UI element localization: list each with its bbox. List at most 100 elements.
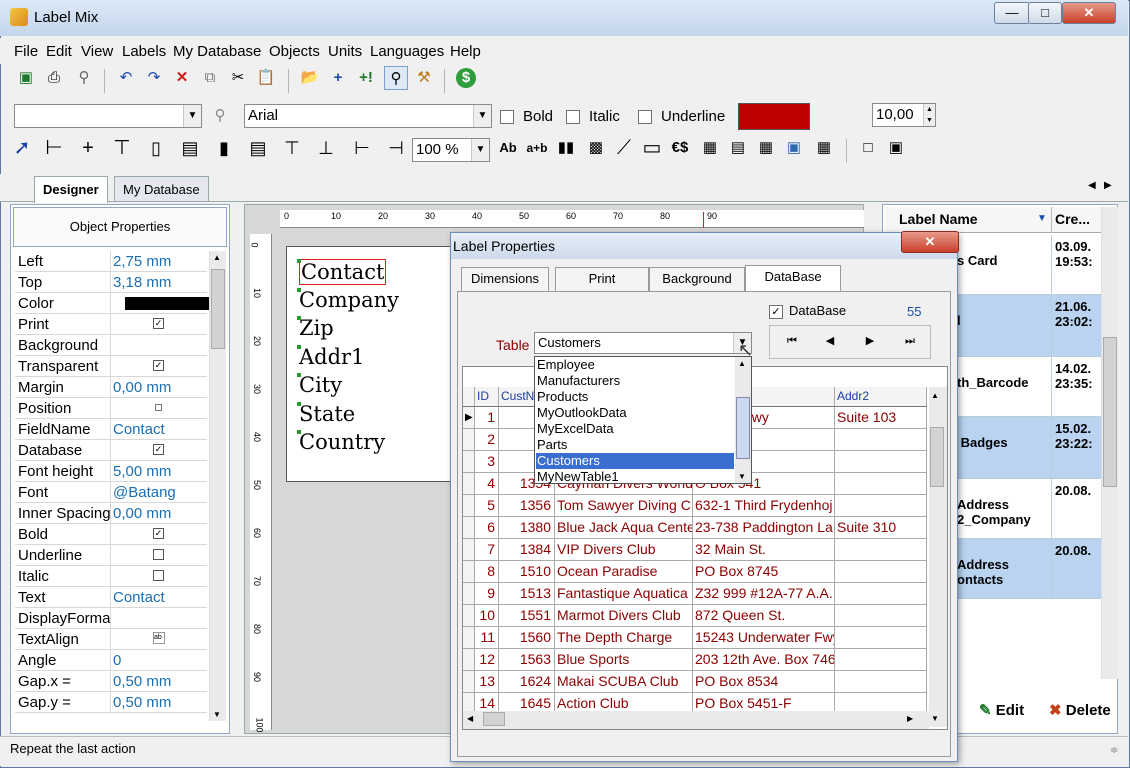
grid-cell[interactable]: 1510 [499,561,555,583]
row-indicator[interactable] [463,495,475,517]
image-icon[interactable]: ▣ [782,136,806,160]
grid-cell[interactable]: Tom Sawyer Diving C [555,495,693,517]
property-value[interactable]: 0,50 mm [113,694,171,711]
col-label-name[interactable]: Label Name [899,211,978,227]
property-checkbox[interactable]: ✓ [153,444,164,455]
grid-cell[interactable]: 2 [475,429,499,451]
row-indicator[interactable] [463,605,475,627]
grid-hscroll[interactable]: ◀ ▶ [463,711,929,729]
save-icon[interactable]: ▣ [14,66,38,90]
grid-cell[interactable]: 4 [475,473,499,495]
label-field[interactable]: Contact [299,259,387,285]
dialog-tab-background[interactable]: Background [649,267,745,291]
menu-help[interactable]: Help [450,43,481,60]
grid-cell[interactable]: 32 Main St. [693,539,835,561]
property-value[interactable]: 0 [113,652,121,669]
property-value[interactable]: 0,00 mm [113,379,171,396]
properties-scrollbar[interactable]: ▲ ▼ [209,251,226,721]
grid-cell[interactable]: 1 [475,407,499,429]
dialog-close-button[interactable]: ✕ [901,231,959,253]
menu-edit[interactable]: Edit [46,43,72,60]
pointer-icon[interactable]: ➚ [10,136,34,160]
print-icon[interactable]: ⎙ [42,66,66,90]
grid-cell[interactable]: VIP Divers Club [555,539,693,561]
label-field[interactable]: Addr1 [299,345,364,369]
center-icon[interactable]: ▤ [246,136,270,160]
object-select[interactable]: ▼ [14,104,202,128]
grid-cell[interactable]: Suite 310 [835,517,927,539]
property-row[interactable]: Gap.x = 0,50 mm [15,671,207,692]
barcode2d-icon[interactable]: ▩ [584,136,608,160]
menu-labels[interactable]: Labels [122,43,166,60]
menu-objects[interactable]: Objects [269,43,320,60]
cut-icon[interactable]: ✂ [226,66,250,90]
dialog-tab-dimensions[interactable]: Dimensions [461,267,549,291]
dropdown-option[interactable]: Employee [536,357,734,373]
font-select[interactable]: Arial ▼ [244,104,492,128]
property-checkbox[interactable]: ✓ [153,528,164,539]
label-field[interactable]: Company [299,288,399,312]
delete-button[interactable]: ✖ Delete [1049,701,1111,719]
tab-scroll-left-icon[interactable]: ◀ [1088,180,1096,191]
menu-languages[interactable]: Languages [370,43,444,60]
last-record-icon[interactable]: ⏭ [897,329,923,353]
grid-cell[interactable]: PO Box 8534 [693,671,835,693]
property-checkbox[interactable]: ✓ [153,318,164,329]
grid-cell[interactable]: Suite 103 [835,407,927,429]
grid-column-header[interactable] [463,387,475,407]
dropdown-option[interactable]: Products [536,389,734,405]
row-indicator[interactable] [463,561,475,583]
grid-cell[interactable]: 1560 [499,627,555,649]
formula-tool-icon[interactable]: a+b [524,136,550,160]
property-row[interactable]: Background [15,335,207,356]
menu-units[interactable]: Units [328,43,362,60]
grid-cell[interactable]: 7 [475,539,499,561]
grid-cell[interactable]: 11 [475,627,499,649]
database-checkbox[interactable]: ✓ [769,305,783,319]
italic-checkbox[interactable] [566,110,580,124]
grid-cell[interactable]: 1380 [499,517,555,539]
property-row[interactable]: Color [15,293,211,314]
row-indicator[interactable] [463,627,475,649]
property-row[interactable]: Underline [15,545,207,566]
grid-cell[interactable]: 9 [475,583,499,605]
grid-cell[interactable] [835,605,927,627]
grid-cell[interactable]: 1624 [499,671,555,693]
dialog-tab-print[interactable]: Print [555,267,649,291]
grid-cell[interactable] [835,583,927,605]
property-row[interactable]: Top 3,18 mm [15,272,207,293]
grid-cell[interactable]: Ocean Paradise [555,561,693,583]
grid-cell[interactable]: 872 Queen St. [693,605,835,627]
color-swatch[interactable] [125,297,211,310]
tab-designer[interactable]: Designer [34,176,108,203]
property-row[interactable]: Italic [15,566,207,587]
label-field[interactable]: City [299,373,342,397]
text-align-icon[interactable]: ab [153,632,165,644]
row-indicator[interactable] [463,539,475,561]
align-top-edges-icon[interactable]: ⊤ [280,136,304,160]
find-icon[interactable]: ⚲ [208,104,232,128]
maximize-button[interactable]: □ [1028,2,1062,24]
grid-vscroll[interactable]: ▲ ▼ [929,387,947,727]
preview-icon[interactable]: ⚲ [72,66,96,90]
add-icon[interactable]: + [326,66,350,90]
delete-icon[interactable]: ✕ [170,66,194,90]
grid-column-header[interactable]: Addr2 [835,387,927,407]
row-indicator[interactable] [463,429,475,451]
first-record-icon[interactable]: ⏮ [779,329,805,353]
minimize-button[interactable]: — [994,2,1030,24]
menu-view[interactable]: View [81,43,113,60]
dropdown-option[interactable]: Manufacturers [536,373,734,389]
align-bottom-icon[interactable]: ⊥ [314,136,338,160]
grid-cell[interactable]: Makai SCUBA Club [555,671,693,693]
dropdown-scrollbar[interactable]: ▲ ▼ [735,357,751,483]
align-center-icon[interactable]: + [76,136,100,160]
grid-cell[interactable]: 5 [475,495,499,517]
table-select[interactable]: Customers ▼ [534,332,752,354]
grid-cell[interactable]: 1384 [499,539,555,561]
property-value[interactable]: 5,00 mm [113,463,171,480]
money-icon[interactable]: $ [456,68,476,88]
menu-file[interactable]: File [14,43,38,60]
grid-column-header[interactable]: ID [475,387,499,407]
close-button[interactable]: ✕ [1062,2,1116,24]
